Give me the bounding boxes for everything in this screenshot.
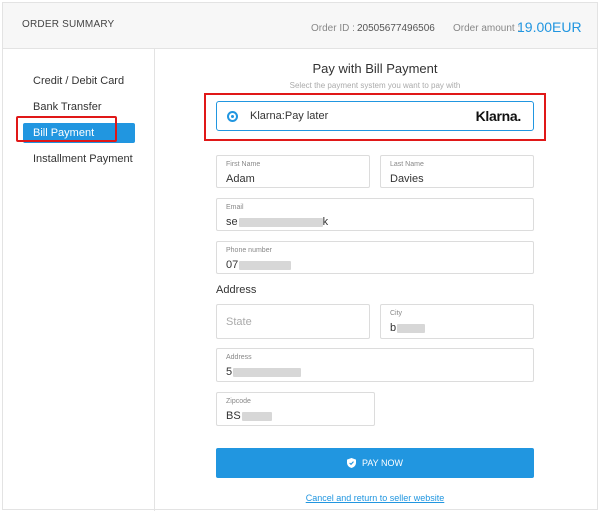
phone-label: Phone number [226, 247, 272, 254]
first-name-field[interactable]: First Name Adam [216, 155, 370, 188]
city-label: City [390, 310, 403, 317]
address-value: 5 [226, 366, 302, 378]
cancel-return-link[interactable]: Cancel and return to seller website [152, 493, 598, 503]
page-title: Pay with Bill Payment [312, 61, 438, 76]
klarna-logo: Klarna. [475, 108, 522, 124]
last-name-value: Davies [390, 173, 424, 185]
order-id-value: 20505677496506 [357, 23, 435, 34]
phone-field[interactable]: Phone number 07 [216, 241, 534, 274]
address-label: Address [226, 354, 252, 361]
order-id-label: Order ID : [311, 23, 355, 34]
order-amount-value: 19.00EUR [517, 19, 582, 35]
address-field[interactable]: Address 5 [216, 348, 534, 382]
state-placeholder: State [226, 316, 252, 328]
last-name-field[interactable]: Last Name Davies [380, 155, 534, 188]
order-summary-header: ORDER SUMMARY Order ID : 20505677496506 … [3, 3, 597, 49]
zipcode-label: Zipcode [226, 398, 251, 405]
zipcode-value: BS [226, 410, 272, 422]
phone-value: 07 [226, 259, 292, 271]
city-field[interactable]: City b [380, 304, 534, 339]
first-name-label: First Name [226, 161, 261, 168]
order-amount-label: Order amount : [453, 23, 521, 34]
klarna-payment-option[interactable]: Klarna:Pay later Klarna. [216, 101, 534, 131]
pay-now-button[interactable]: PAY NOW [216, 448, 534, 478]
email-value: se k [226, 216, 329, 228]
page-subtitle: Select the payment system you want to pa… [289, 81, 461, 90]
shield-check-icon [346, 457, 356, 468]
zipcode-field[interactable]: Zipcode BS [216, 392, 375, 426]
klarna-option-label: Klarna:Pay later [250, 110, 329, 122]
sidebar-item-credit-debit-card[interactable]: Credit / Debit Card [23, 71, 135, 91]
email-label: Email [226, 204, 244, 211]
radio-selected-icon[interactable] [227, 111, 238, 122]
pay-now-label: PAY NOW [361, 458, 403, 468]
state-field[interactable]: State [216, 304, 370, 339]
first-name-value: Adam [226, 173, 255, 185]
city-value: b [390, 322, 426, 334]
email-field[interactable]: Email se k [216, 198, 534, 231]
sidebar-item-bill-payment[interactable]: Bill Payment [23, 123, 135, 143]
sidebar-item-bank-transfer[interactable]: Bank Transfer [23, 97, 135, 117]
sidebar-item-installment-payment[interactable]: Installment Payment [23, 149, 135, 169]
last-name-label: Last Name [390, 161, 424, 168]
header-title: ORDER SUMMARY [22, 19, 115, 30]
payment-method-sidebar: Credit / Debit Card Bank Transfer Bill P… [3, 49, 155, 511]
address-section-title: Address [216, 284, 257, 296]
